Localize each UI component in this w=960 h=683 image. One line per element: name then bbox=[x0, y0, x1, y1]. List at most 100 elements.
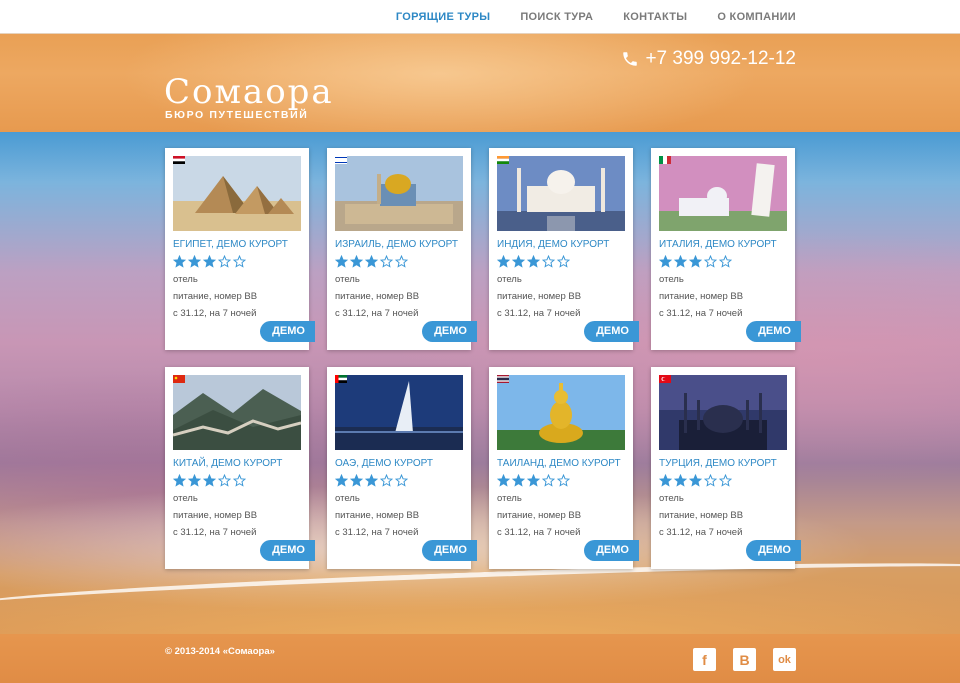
facebook-icon[interactable]: f bbox=[693, 648, 716, 671]
wave-foam bbox=[0, 553, 960, 621]
tour-dates: с 31.12, на 7 ночей bbox=[335, 308, 419, 319]
tour-card[interactable]: ИТАЛИЯ, ДЕМО КУРОРТ отель питание, номер… bbox=[651, 148, 801, 350]
site-header: Сомаора БЮРО ПУТЕШЕСТВИЙ +7 399 992-12-1… bbox=[0, 34, 960, 132]
tour-image[interactable] bbox=[173, 375, 301, 450]
star-empty-icon bbox=[704, 474, 717, 487]
tour-card[interactable]: ИНДИЯ, ДЕМО КУРОРТ отель питание, номер … bbox=[489, 148, 639, 350]
star-rating bbox=[173, 474, 248, 487]
star-filled-icon bbox=[527, 255, 540, 268]
star-filled-icon bbox=[203, 255, 216, 268]
tour-type: отель bbox=[173, 493, 198, 504]
demo-button[interactable]: ДЕМО bbox=[584, 321, 639, 342]
star-rating bbox=[497, 474, 572, 487]
nav-item-tour-search[interactable]: ПОИСК ТУРА bbox=[520, 11, 593, 23]
tour-type: отель bbox=[335, 274, 360, 285]
demo-button[interactable]: ДЕМО bbox=[584, 540, 639, 561]
tour-dates: с 31.12, на 7 ночей bbox=[335, 527, 419, 538]
tour-dates: с 31.12, на 7 ночей bbox=[497, 527, 581, 538]
star-rating bbox=[497, 255, 572, 268]
logo[interactable]: Сомаора bbox=[164, 72, 334, 112]
star-filled-icon bbox=[350, 255, 363, 268]
demo-button[interactable]: ДЕМО bbox=[422, 321, 477, 342]
phone-number[interactable]: +7 399 992-12-12 bbox=[621, 48, 796, 70]
flag-icon bbox=[335, 375, 347, 383]
tour-type: отель bbox=[497, 274, 522, 285]
star-filled-icon bbox=[203, 474, 216, 487]
flag-icon bbox=[659, 156, 671, 164]
flag-icon bbox=[497, 156, 509, 164]
tour-card[interactable]: ОАЭ, ДЕМО КУРОРТ отель питание, номер BB… bbox=[327, 367, 477, 569]
star-empty-icon bbox=[233, 474, 246, 487]
tour-image[interactable] bbox=[173, 156, 301, 231]
star-empty-icon bbox=[719, 255, 732, 268]
nav-item-hot-tours[interactable]: ГОРЯЩИЕ ТУРЫ bbox=[396, 11, 490, 23]
tour-title[interactable]: ИТАЛИЯ, ДЕМО КУРОРТ bbox=[659, 239, 777, 250]
tour-meal: питание, номер BB bbox=[497, 291, 582, 302]
star-empty-icon bbox=[719, 474, 732, 487]
nav-item-contacts[interactable]: КОНТАКТЫ bbox=[623, 11, 687, 23]
tour-type: отель bbox=[335, 493, 360, 504]
tour-dates: с 31.12, на 7 ночей bbox=[173, 308, 257, 319]
tour-title[interactable]: ИЗРАИЛЬ, ДЕМО КУРОРТ bbox=[335, 239, 458, 250]
flag-icon bbox=[659, 375, 671, 383]
tour-meal: питание, номер BB bbox=[497, 510, 582, 521]
tours-section bbox=[0, 132, 960, 634]
demo-button[interactable]: ДЕМО bbox=[260, 540, 315, 561]
phone-text: +7 399 992-12-12 bbox=[645, 48, 796, 69]
tour-dates: с 31.12, на 7 ночей bbox=[497, 308, 581, 319]
demo-button[interactable]: ДЕМО bbox=[746, 540, 801, 561]
top-nav: ГОРЯЩИЕ ТУРЫ ПОИСК ТУРА КОНТАКТЫ О КОМПА… bbox=[0, 0, 960, 34]
demo-button[interactable]: ДЕМО bbox=[746, 321, 801, 342]
star-empty-icon bbox=[218, 474, 231, 487]
tour-type: отель bbox=[173, 274, 198, 285]
star-filled-icon bbox=[335, 474, 348, 487]
star-filled-icon bbox=[173, 255, 186, 268]
tour-image[interactable] bbox=[659, 156, 787, 231]
tour-card[interactable]: ИЗРАИЛЬ, ДЕМО КУРОРТ отель питание, номе… bbox=[327, 148, 477, 350]
tour-type: отель bbox=[497, 493, 522, 504]
tour-title[interactable]: ТАИЛАНД, ДЕМО КУРОРТ bbox=[497, 458, 621, 469]
vk-icon[interactable]: В bbox=[733, 648, 756, 671]
tour-title[interactable]: ИНДИЯ, ДЕМО КУРОРТ bbox=[497, 239, 609, 250]
tour-image[interactable] bbox=[335, 375, 463, 450]
flag-icon bbox=[173, 375, 185, 383]
flag-icon bbox=[173, 156, 185, 164]
tour-card[interactable]: ЕГИПЕТ, ДЕМО КУРОРТ отель питание, номер… bbox=[165, 148, 315, 350]
tour-dates: с 31.12, на 7 ночей bbox=[173, 527, 257, 538]
demo-button[interactable]: ДЕМО bbox=[422, 540, 477, 561]
tour-dates: с 31.12, на 7 ночей bbox=[659, 527, 743, 538]
tour-image[interactable] bbox=[335, 156, 463, 231]
tour-title[interactable]: ТУРЦИЯ, ДЕМО КУРОРТ bbox=[659, 458, 777, 469]
nav-item-about[interactable]: О КОМПАНИИ bbox=[717, 11, 796, 23]
star-rating bbox=[659, 255, 734, 268]
tour-card[interactable]: ТАИЛАНД, ДЕМО КУРОРТ отель питание, номе… bbox=[489, 367, 639, 569]
star-empty-icon bbox=[542, 474, 555, 487]
tour-meal: питание, номер BB bbox=[659, 510, 744, 521]
tour-title[interactable]: ОАЭ, ДЕМО КУРОРТ bbox=[335, 458, 433, 469]
star-empty-icon bbox=[218, 255, 231, 268]
tour-type: отель bbox=[659, 493, 684, 504]
tour-image[interactable] bbox=[497, 156, 625, 231]
star-empty-icon bbox=[395, 474, 408, 487]
tour-title[interactable]: КИТАЙ, ДЕМО КУРОРТ bbox=[173, 458, 282, 469]
odnoklassniki-icon[interactable]: ok bbox=[773, 648, 796, 671]
star-empty-icon bbox=[557, 255, 570, 268]
star-filled-icon bbox=[512, 255, 525, 268]
star-empty-icon bbox=[557, 474, 570, 487]
tour-card[interactable]: КИТАЙ, ДЕМО КУРОРТ отель питание, номер … bbox=[165, 367, 315, 569]
star-filled-icon bbox=[674, 255, 687, 268]
demo-button[interactable]: ДЕМО bbox=[260, 321, 315, 342]
tour-image[interactable] bbox=[659, 375, 787, 450]
star-empty-icon bbox=[233, 255, 246, 268]
phone-icon bbox=[623, 52, 638, 66]
nav-menu: ГОРЯЩИЕ ТУРЫ ПОИСК ТУРА КОНТАКТЫ О КОМПА… bbox=[366, 0, 796, 34]
tour-card[interactable]: ТУРЦИЯ, ДЕМО КУРОРТ отель питание, номер… bbox=[651, 367, 801, 569]
star-filled-icon bbox=[689, 255, 702, 268]
tour-title[interactable]: ЕГИПЕТ, ДЕМО КУРОРТ bbox=[173, 239, 288, 250]
star-filled-icon bbox=[674, 474, 687, 487]
star-rating bbox=[659, 474, 734, 487]
star-empty-icon bbox=[380, 255, 393, 268]
star-filled-icon bbox=[497, 474, 510, 487]
tour-image[interactable] bbox=[497, 375, 625, 450]
star-filled-icon bbox=[188, 474, 201, 487]
